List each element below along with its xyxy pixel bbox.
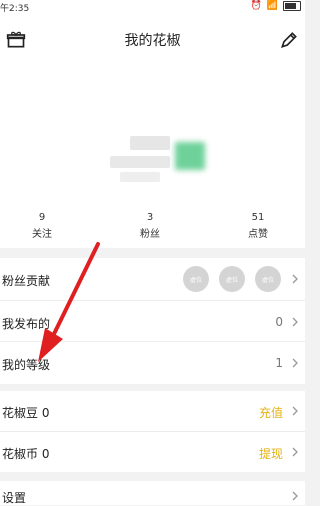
my-posts-label: 我发布的 — [2, 317, 51, 331]
status-time: 午2:35 — [0, 4, 30, 14]
battery-icon — [283, 1, 301, 11]
avatar[interactable] — [175, 142, 205, 170]
blurred-profile-info — [100, 126, 220, 196]
stat-fans-label: 粉丝 — [140, 229, 160, 240]
stat-likes[interactable]: 51 点赞 — [228, 212, 288, 240]
stat-fans[interactable]: 3 粉丝 — [120, 212, 180, 240]
fan-badge-3: 虚位 — [255, 266, 281, 292]
fan-badges: 虚位 虚位 虚位 — [183, 266, 281, 292]
page-title: 我的花椒 — [124, 33, 181, 49]
status-icons: ⏰ 📶 — [251, 1, 301, 11]
profile-stats: 9 关注 3 粉丝 51 点赞 — [0, 212, 305, 242]
title-bar: 我的花椒 — [0, 26, 305, 54]
coins-label: 花椒币 0 — [2, 447, 50, 461]
chevron-right-icon — [292, 274, 298, 284]
my-posts-count: 0 — [275, 315, 283, 329]
menu-huajiao-coins[interactable]: 花椒币 0 提现 — [0, 432, 305, 472]
chevron-right-icon — [292, 317, 298, 327]
stat-likes-count: 51 — [251, 212, 265, 223]
chevron-right-icon — [292, 447, 298, 457]
stat-likes-label: 点赞 — [248, 229, 268, 240]
stat-following[interactable]: 9 关注 — [12, 212, 72, 240]
menu-huajiao-beans[interactable]: 花椒豆 0 充值 — [0, 391, 305, 431]
stat-following-label: 关注 — [32, 229, 52, 240]
beans-label: 花椒豆 0 — [2, 406, 50, 420]
menu-settings[interactable]: 设置 — [0, 481, 305, 505]
my-level-value: 1 — [275, 356, 283, 370]
chevron-right-icon — [292, 406, 298, 416]
fan-badge-2: 虚位 — [219, 266, 245, 292]
chevron-right-icon — [292, 491, 298, 501]
recharge-button[interactable]: 充值 — [259, 404, 283, 421]
fans-contribution-label: 粉丝贡献 — [2, 274, 51, 288]
chevron-right-icon — [292, 358, 298, 368]
edit-icon[interactable] — [279, 30, 299, 50]
my-level-label: 我的等级 — [2, 358, 51, 372]
settings-label: 设置 — [2, 491, 27, 505]
stat-following-count: 9 — [38, 212, 46, 223]
status-bar: 午2:35 ⏰ 📶 — [0, 0, 305, 16]
fan-badge-1: 虚位 — [183, 266, 209, 292]
menu-my-level[interactable]: 我的等级 1 — [0, 342, 305, 384]
stat-fans-count: 3 — [146, 212, 154, 223]
withdraw-button[interactable]: 提现 — [259, 445, 283, 462]
menu-my-posts[interactable]: 我发布的 0 — [0, 301, 305, 341]
menu-fans-contribution[interactable]: 粉丝贡献 虚位 虚位 虚位 — [0, 258, 305, 300]
alarm-icon: ⏰ — [250, 1, 262, 11]
wifi-icon: 📶 — [266, 1, 278, 11]
profile-header: 我的花椒 9 关注 3 粉丝 51 点赞 — [0, 16, 305, 248]
